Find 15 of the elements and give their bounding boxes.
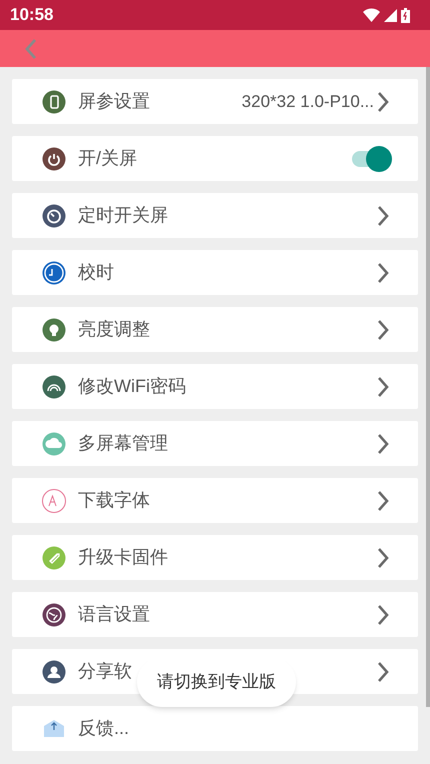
message-toast: 请切换到专业版 (137, 657, 296, 707)
row-label: 定时开关屏 (78, 204, 168, 227)
row-label: 下载字体 (78, 489, 150, 512)
row-label: 反馈... (78, 717, 130, 740)
row-label: 亮度调整 (78, 318, 150, 341)
row-label: 分享软 (78, 660, 132, 683)
row-label: 屏参设置 (78, 90, 150, 113)
row-label: 多屏幕管理 (78, 432, 168, 455)
row-label: 开/关屏 (78, 147, 138, 170)
row-label: 升级卡固件 (78, 546, 168, 569)
row-label: 语言设置 (78, 603, 150, 626)
row-label: 修改WiFi密码 (78, 375, 186, 398)
row-value: 320*32 1.0-P10... (242, 90, 374, 113)
status-time: 10:58 (10, 4, 54, 26)
row-label: 校时 (78, 261, 114, 284)
